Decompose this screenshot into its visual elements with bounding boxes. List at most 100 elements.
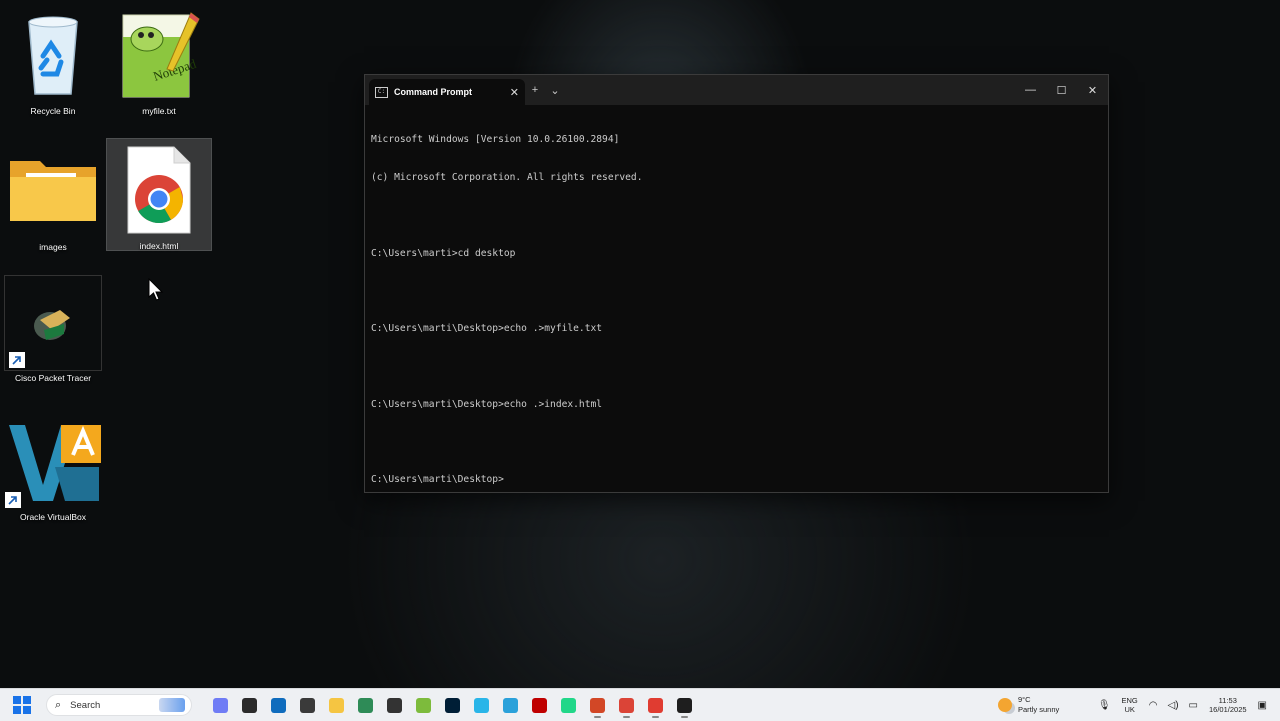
notifications-icon[interactable]: ▣ xyxy=(1258,700,1267,711)
weather-widget[interactable]: 9°C Partly sunny xyxy=(998,689,1059,721)
wifi-icon[interactable]: ◠ xyxy=(1149,700,1158,711)
minimize-button[interactable]: — xyxy=(1015,75,1046,105)
clock-date: 16/01/2025 xyxy=(1209,705,1247,714)
chrome-icon xyxy=(619,697,634,713)
desktop-icon-images[interactable]: images xyxy=(1,140,105,252)
command-prompt-icon xyxy=(677,697,692,713)
telegram-icon xyxy=(503,697,518,713)
icon-label: Cisco Packet Tracer xyxy=(14,373,92,383)
taskbar-app-button[interactable] xyxy=(583,691,612,719)
language-indicator[interactable]: ENG UK xyxy=(1122,696,1138,714)
taskbar-app-button[interactable] xyxy=(525,691,554,719)
search-highlight-icon xyxy=(159,698,185,712)
console-prompt-line[interactable]: C:\Users\marti\Desktop> xyxy=(371,474,1102,487)
pycharm-icon xyxy=(561,697,576,713)
icon-label: myfile.txt xyxy=(142,106,176,116)
desktop-icon-myfile-txt[interactable]: Notepad myfile.txt xyxy=(107,4,211,116)
desktop-icon-index-html[interactable]: index.html xyxy=(106,138,212,251)
new-tab-button[interactable]: + xyxy=(525,84,545,96)
taskbar-app-button[interactable] xyxy=(206,691,235,719)
taskbar-app-button[interactable] xyxy=(351,691,380,719)
console-output[interactable]: Microsoft Windows [Version 10.0.26100.28… xyxy=(365,105,1108,516)
taskbar-app-button[interactable] xyxy=(380,691,409,719)
icon-label: images xyxy=(39,242,67,252)
terminal-icon xyxy=(300,697,315,713)
obs-icon xyxy=(242,697,257,713)
weather-temp: 9°C xyxy=(1018,695,1031,704)
tab-title: Command Prompt xyxy=(394,87,473,97)
app-icon xyxy=(358,697,373,713)
icon-label: index.html xyxy=(139,241,179,251)
lang-line2: UK xyxy=(1124,705,1135,714)
copilot-icon xyxy=(213,697,228,713)
volume-icon[interactable]: ◁) xyxy=(1168,700,1179,711)
recycle-bin-icon xyxy=(1,4,105,104)
taskbar-app-button[interactable] xyxy=(496,691,525,719)
taskbar-app-button[interactable] xyxy=(322,691,351,719)
cisco-packet-tracer-icon xyxy=(4,275,102,371)
windows-logo-icon xyxy=(13,696,21,704)
taskbar: ⌕ Search 9°C Partly sunny 🎙 ENG UK ◠ ◁) … xyxy=(0,688,1280,721)
taskbar-app-button[interactable] xyxy=(467,691,496,719)
start-button[interactable] xyxy=(10,693,34,717)
desktop-icon-oracle-virtualbox[interactable]: Oracle VirtualBox xyxy=(1,410,105,522)
desktop-icon-recycle-bin[interactable]: Recycle Bin xyxy=(1,4,105,116)
notepadpp-file-icon: Notepad xyxy=(107,4,211,104)
outlook-icon xyxy=(271,697,286,713)
command-prompt-icon: C: xyxy=(375,86,388,98)
filezilla-icon xyxy=(532,697,547,713)
shortcut-arrow-icon xyxy=(5,492,21,508)
taskbar-app-button[interactable] xyxy=(264,691,293,719)
taskbar-app-button[interactable] xyxy=(670,691,699,719)
notepadpp-icon xyxy=(416,697,431,713)
close-window-button[interactable]: ✕ xyxy=(1077,75,1108,105)
file-explorer-icon xyxy=(329,697,344,713)
windows-logo-icon xyxy=(13,706,21,714)
close-tab-icon[interactable]: ✕ xyxy=(510,86,519,99)
github-icon xyxy=(387,697,402,713)
photoshop-icon xyxy=(445,697,460,713)
search-icon: ⌕ xyxy=(55,698,62,711)
console-line: C:\Users\marti\Desktop>echo .>myfile.txt xyxy=(371,323,603,335)
chrome-file-icon xyxy=(107,139,211,239)
lang-line1: ENG xyxy=(1121,696,1138,705)
powerpoint-icon xyxy=(590,697,605,713)
command-prompt-window[interactable]: C: Command Prompt ✕ + ⌄ — ☐ ✕ Microsoft … xyxy=(364,74,1109,493)
partly-sunny-icon xyxy=(998,698,1012,712)
icon-label: Recycle Bin xyxy=(30,106,76,116)
taskbar-app-button[interactable] xyxy=(612,691,641,719)
system-tray: 🎙 ENG UK ◠ ◁) ▭ 11:53 16/01/2025 ▣ xyxy=(1093,689,1272,721)
maximize-button[interactable]: ☐ xyxy=(1046,75,1077,105)
virtualbox-icon xyxy=(1,410,105,510)
taskbar-app-button[interactable] xyxy=(554,691,583,719)
battery-icon[interactable]: ▭ xyxy=(1189,700,1198,711)
windows-logo-icon xyxy=(23,706,31,714)
taskbar-app-button[interactable] xyxy=(438,691,467,719)
title-bar[interactable]: C: Command Prompt ✕ + ⌄ — ☐ ✕ xyxy=(365,75,1108,105)
windows-logo-icon xyxy=(23,696,31,704)
tab-dropdown-button[interactable]: ⌄ xyxy=(545,84,565,97)
console-line: (c) Microsoft Corporation. All rights re… xyxy=(371,171,643,183)
snowflake-icon xyxy=(474,697,489,713)
taskbar-app-button[interactable] xyxy=(641,691,670,719)
weather-desc: Partly sunny xyxy=(1018,705,1060,714)
taskbar-app-button[interactable] xyxy=(293,691,322,719)
console-line: Microsoft Windows [Version 10.0.26100.28… xyxy=(371,134,620,146)
microphone-icon[interactable]: 🎙 xyxy=(1098,700,1111,711)
icon-label: Oracle VirtualBox xyxy=(20,512,86,522)
shortcut-arrow-icon xyxy=(9,352,25,368)
desktop-icon-cisco-packet-tracer[interactable]: Cisco Packet Tracer xyxy=(1,275,105,383)
taskbar-app-button[interactable] xyxy=(235,691,264,719)
clock-time: 11:53 xyxy=(1218,696,1237,705)
tab-command-prompt[interactable]: C: Command Prompt ✕ xyxy=(369,79,525,105)
search-placeholder: Search xyxy=(70,699,101,711)
taskbar-app-button[interactable] xyxy=(409,691,438,719)
taskbar-search-box[interactable]: ⌕ Search xyxy=(46,694,192,716)
console-line: C:\Users\marti\Desktop>echo .>index.html xyxy=(371,398,603,410)
clock[interactable]: 11:53 16/01/2025 xyxy=(1209,696,1247,714)
taskbar-apps xyxy=(206,691,699,719)
mouse-cursor-icon xyxy=(148,277,164,307)
